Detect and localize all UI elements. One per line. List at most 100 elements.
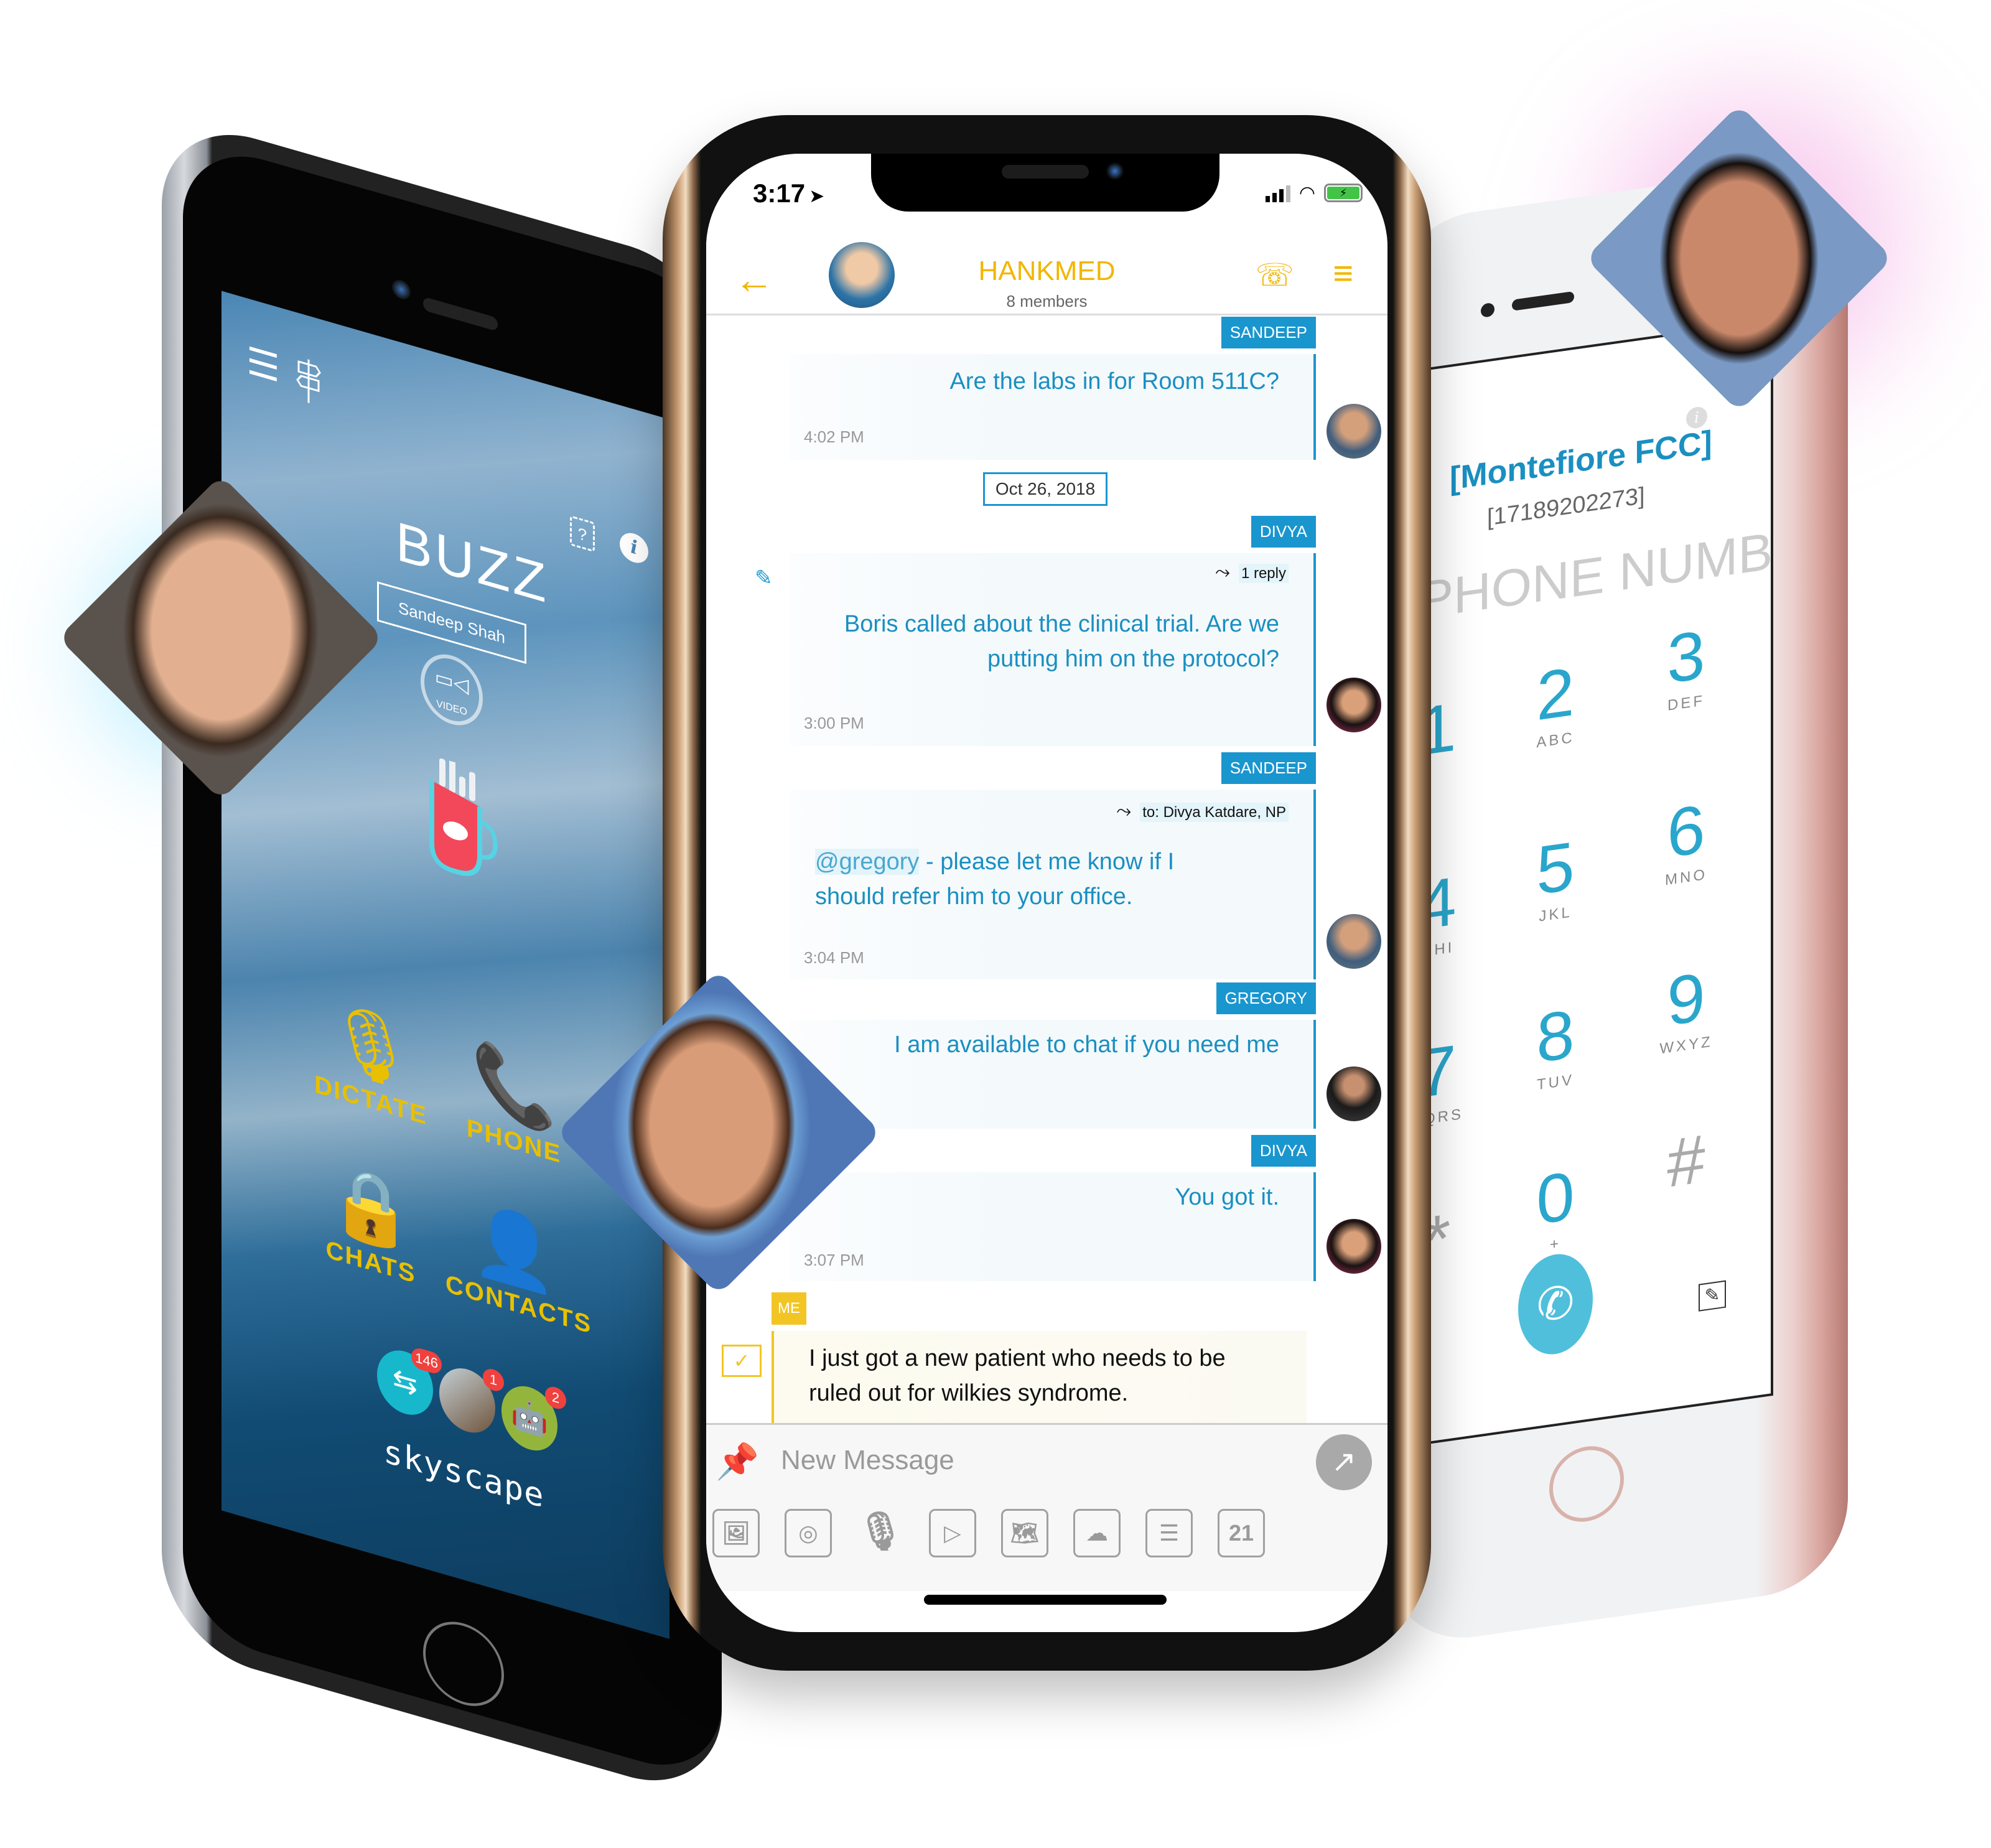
dictate-tile[interactable]: 🎙 DICTATE xyxy=(302,986,439,1134)
signpost-app-shortcut[interactable]: ⇆ 146 xyxy=(377,1343,442,1422)
checklist-icon[interactable]: ☰ xyxy=(1145,1509,1193,1557)
info-icon[interactable]: i xyxy=(620,530,648,567)
phone-number-input[interactable]: PHONE NUMBER xyxy=(1425,511,1773,631)
message-bubble[interactable]: GREGORY I am available to chat if you ne… xyxy=(790,982,1316,1129)
reply-count-text: 1 reply xyxy=(1238,564,1289,583)
android-app-shortcut[interactable]: 🤖 2 xyxy=(501,1379,566,1458)
message-bubble[interactable]: SANDEEP ⤳ to: Divya Katdare, NP @gregory … xyxy=(790,752,1316,979)
phone-tile[interactable]: 📞 PHONE xyxy=(445,1027,582,1175)
key-7[interactable]: 7 PQRS xyxy=(1425,1028,1487,1134)
key-hash[interactable]: # xyxy=(1636,1117,1736,1205)
key-3[interactable]: 3 DEF xyxy=(1636,613,1736,719)
sender-tag: GREGORY xyxy=(1216,982,1316,1014)
pencil-icon: ✎ xyxy=(1704,1284,1720,1307)
center-phone: 3:17 ➤ ◠ ⚡ ← HANKMED 8 members ☏ ≡ SANDEE… xyxy=(663,115,1431,1671)
avatar-divya[interactable] xyxy=(1327,1219,1381,1274)
calendar-icon[interactable]: 21 xyxy=(1218,1509,1265,1557)
thread-icon: ⤳ xyxy=(1215,562,1230,582)
message-time: 3:00 PM xyxy=(804,714,864,732)
reply-count[interactable]: ⤳ 1 reply xyxy=(1215,562,1289,583)
notification-badge: 1 xyxy=(483,1366,504,1394)
key-digit: * xyxy=(1425,1199,1451,1280)
status-bar: 3:17 ➤ ◠ ⚡ xyxy=(706,172,1387,210)
key-5[interactable]: 5 JKL xyxy=(1506,824,1605,930)
dialer-screen: [Montefiore FCC] i [17189202273] PHONE N… xyxy=(1425,319,1773,1445)
menu-icon[interactable]: ≡ xyxy=(1333,256,1353,291)
cloud-drive-icon[interactable]: ☁ xyxy=(1073,1509,1121,1557)
contact-number: [17189202273] xyxy=(1487,482,1645,531)
avatar-sandeep[interactable] xyxy=(1327,404,1381,459)
mention[interactable]: @gregory xyxy=(815,849,920,875)
message-time: 3:07 PM xyxy=(804,1251,864,1269)
sender-tag: DIVYA xyxy=(1251,516,1316,548)
key-4[interactable]: 4 GHI xyxy=(1425,860,1487,966)
microphone-icon[interactable]: 🎙 xyxy=(857,1509,904,1557)
message-bubble[interactable]: DIVYA ⤳ 1 reply Boris called about the cl… xyxy=(790,516,1316,746)
location-arrow-icon: ➤ xyxy=(809,186,825,207)
key-digit: 9 xyxy=(1667,958,1705,1040)
key-0[interactable]: 0 + xyxy=(1506,1154,1605,1260)
video-button[interactable]: ▭◁ VIDEO xyxy=(421,646,483,733)
message-text: I just got a new patient who needs to be… xyxy=(809,1345,1226,1406)
status-icons: ◠ ⚡ xyxy=(1265,183,1363,203)
send-button[interactable]: ↗ xyxy=(1316,1434,1372,1490)
message-bubble[interactable]: DIVYA You got it. 3:07 PM xyxy=(790,1135,1316,1281)
buzz-cup-logo xyxy=(429,758,498,876)
key-digit: 0 xyxy=(1536,1157,1575,1239)
message-bubble[interactable]: SANDEEP Are the labs in for Room 511C? 4… xyxy=(790,317,1316,460)
message-text: Are the labs in for Room 511C? xyxy=(949,368,1279,394)
scan-help-icon[interactable]: ? xyxy=(570,515,595,553)
avatar-divya[interactable] xyxy=(1327,678,1381,732)
key-star[interactable]: * xyxy=(1425,1196,1487,1284)
message-text: I am available to chat if you need me xyxy=(894,1032,1279,1058)
key-6[interactable]: 6 MNO xyxy=(1636,787,1736,893)
sender-tag: ME xyxy=(772,1292,806,1325)
home-indicator[interactable] xyxy=(924,1595,1167,1605)
photo-app-shortcut[interactable]: 1 xyxy=(439,1361,504,1440)
chat-screen: 3:17 ➤ ◠ ⚡ ← HANKMED 8 members ☏ ≡ SANDEE… xyxy=(706,154,1387,1632)
attachment-toolbar: 🖼 ◎ 🎙 ▷ 🗺 ☁ ☰ 21 xyxy=(712,1509,1265,1557)
directed-to: ⤳ to: Divya Katdare, NP xyxy=(1116,801,1289,822)
key-1[interactable]: 1 xyxy=(1425,686,1487,774)
battery-charging-icon: ⚡ xyxy=(1327,187,1359,199)
image-share-icon[interactable]: 🖼 xyxy=(712,1509,760,1557)
message-time: 3:04 PM xyxy=(804,948,864,967)
chat-header: ← HANKMED 8 members ☏ ≡ xyxy=(706,235,1387,315)
key-8[interactable]: 8 TUV xyxy=(1506,992,1605,1098)
key-digit: 1 xyxy=(1425,688,1457,771)
key-digit: 8 xyxy=(1536,995,1575,1078)
pin-icon[interactable]: 📌 xyxy=(716,1441,759,1482)
camera-icon[interactable]: ◎ xyxy=(785,1509,832,1557)
reply-thread-icon[interactable]: ✎ xyxy=(755,566,773,590)
buzz-home-screen: ☰ ? i BUZZ Sandeep Shah ▭◁ VIDEO 🎙 DICTA… xyxy=(221,291,669,1639)
key-digit: 6 xyxy=(1667,790,1705,872)
date-separator: Oct 26, 2018 xyxy=(983,472,1107,506)
wifi-icon: ◠ xyxy=(1299,183,1315,203)
key-2[interactable]: 2 ABC xyxy=(1506,650,1605,756)
left-phone: ☰ ? i BUZZ Sandeep Shah ▭◁ VIDEO 🎙 DICTA… xyxy=(162,112,722,1804)
edit-button[interactable]: ✎ xyxy=(1699,1280,1726,1312)
video-icon[interactable]: ▷ xyxy=(929,1509,976,1557)
chats-tile[interactable]: 🔒 CHATS xyxy=(302,1148,439,1296)
avatar-gregory[interactable] xyxy=(1327,1066,1381,1121)
sender-tag: SANDEEP xyxy=(1221,752,1316,784)
cellular-signal-icon xyxy=(1265,185,1290,202)
time-text: 3:17 xyxy=(753,179,806,208)
call-button[interactable]: ✆ xyxy=(1518,1249,1593,1360)
contact-name: [Montefiore FCC] xyxy=(1450,424,1712,497)
message-thread: SANDEEP Are the labs in for Room 511C? 4… xyxy=(706,317,1387,1465)
map-icon[interactable]: 🗺 xyxy=(1001,1509,1048,1557)
new-message-input[interactable] xyxy=(781,1439,1279,1482)
phone-icon: ✆ xyxy=(1536,1276,1575,1332)
call-icon[interactable]: ☏ xyxy=(1255,257,1294,293)
contacts-tile[interactable]: 👤 CONTACTS xyxy=(445,1189,592,1340)
key-digit: 3 xyxy=(1667,616,1705,698)
member-count[interactable]: 8 members xyxy=(706,292,1387,311)
status-time: 3:17 ➤ xyxy=(753,179,824,208)
avatar-sandeep[interactable] xyxy=(1327,914,1381,969)
hamburger-icon[interactable]: ☰ xyxy=(246,339,280,390)
signpost-icon[interactable] xyxy=(296,356,321,406)
key-digit: 2 xyxy=(1536,653,1575,735)
key-9[interactable]: 9 WXYZ xyxy=(1636,955,1736,1061)
battery-icon: ⚡ xyxy=(1324,184,1363,202)
